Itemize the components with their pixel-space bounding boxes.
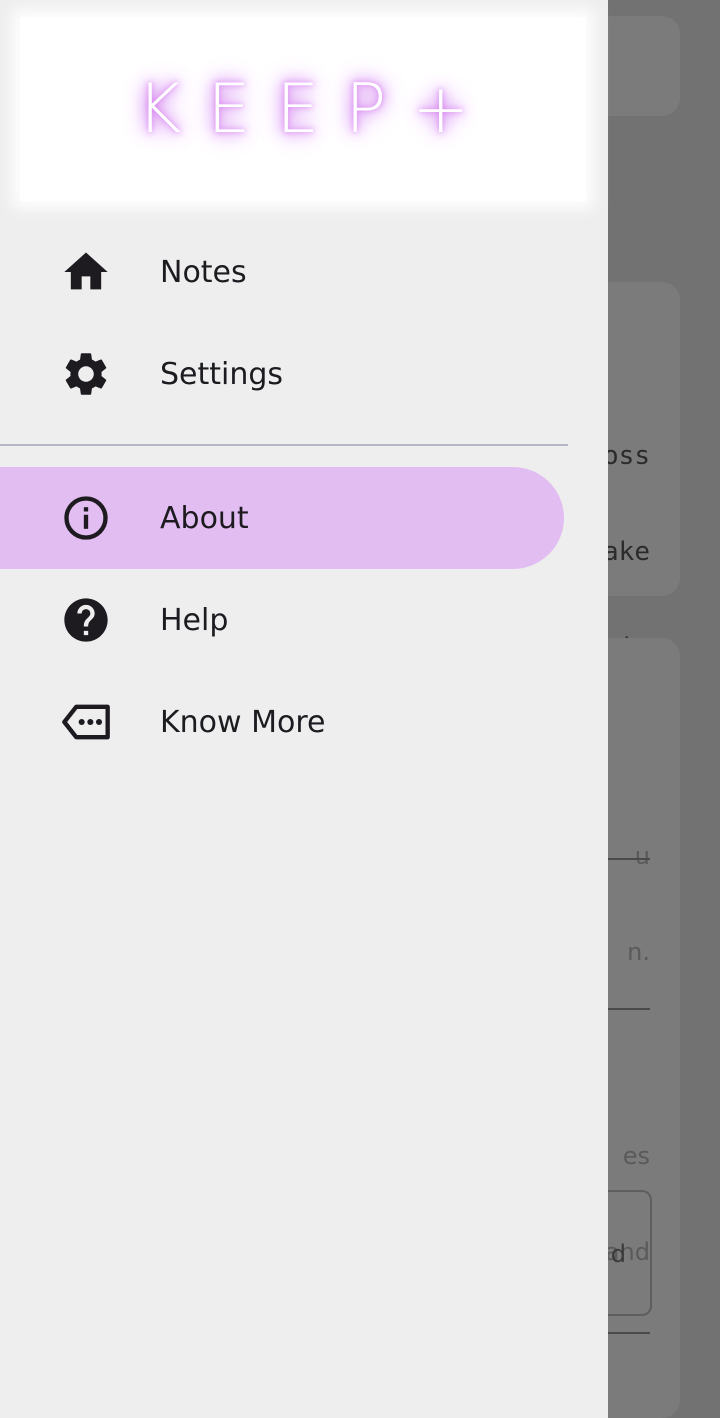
home-icon xyxy=(60,246,112,298)
drawer-divider xyxy=(0,444,568,446)
info-icon xyxy=(60,492,112,544)
drawer-item-know-more[interactable]: Know More xyxy=(0,671,564,773)
drawer-header-logo: KEEP+ xyxy=(20,17,586,201)
gear-icon xyxy=(60,348,112,400)
drawer-item-label: Know More xyxy=(160,704,326,740)
app-logo-text: KEEP+ xyxy=(136,69,496,149)
drawer-item-help[interactable]: Help xyxy=(0,569,564,671)
drawer-item-label: About xyxy=(160,500,249,536)
drawer-item-notes[interactable]: Notes xyxy=(0,221,564,323)
navigation-drawer: KEEP+ Notes Settings About Help Know Mor… xyxy=(0,0,608,1418)
drawer-item-about[interactable]: About xyxy=(0,467,564,569)
drawer-item-settings[interactable]: Settings xyxy=(0,323,564,425)
drawer-item-label: Help xyxy=(160,602,229,638)
label-more-icon xyxy=(60,696,112,748)
drawer-item-label: Settings xyxy=(160,356,284,392)
drawer-item-label: Notes xyxy=(160,254,247,290)
help-circle-icon xyxy=(60,594,112,646)
